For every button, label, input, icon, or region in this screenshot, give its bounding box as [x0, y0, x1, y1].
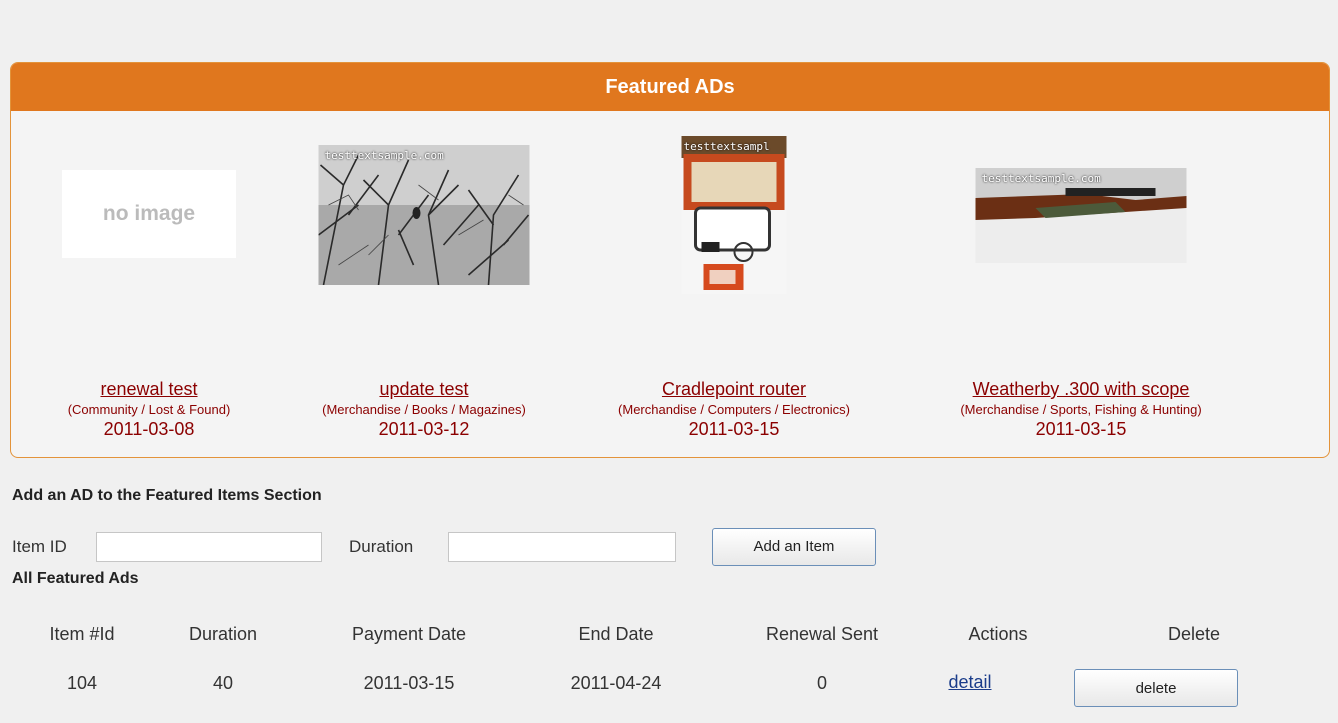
featured-ads-panel: Featured ADs no image renewal test (Comm… [10, 62, 1330, 458]
featured-ad-card: testtextsampl Cradlepoint router (Mercha… [584, 119, 884, 440]
ad-thumbnail-image[interactable]: testtextsample.com [975, 168, 1187, 263]
column-header-actions: Actions [968, 624, 1028, 644]
cell-payment-date: 2011-03-15 [363, 673, 455, 693]
watermark-text: testtextsample.com [324, 149, 444, 162]
cell-end-date: 2011-04-24 [570, 673, 662, 693]
cell-duration: 40 [212, 673, 234, 693]
add-featured-heading: Add an AD to the Featured Items Section [12, 487, 322, 504]
featured-ad-date: 2011-03-15 [688, 419, 780, 439]
featured-ad-title-link[interactable]: Cradlepoint router [662, 379, 806, 400]
ad-thumbnail-image[interactable]: testtextsampl [681, 136, 787, 294]
watermark-text: testtextsampl [683, 140, 770, 153]
no-image-placeholder: no image [62, 170, 236, 258]
cell-actions: detail [910, 672, 1030, 693]
featured-ad-category: (Merchandise / Books / Magazines) [322, 402, 526, 417]
featured-ads-header: Featured ADs [11, 63, 1329, 111]
featured-ad-title-link[interactable]: renewal test [100, 379, 197, 400]
featured-ad-card: no image renewal test (Community / Lost … [11, 119, 299, 440]
column-header-delete: Delete [1167, 624, 1221, 644]
duration-input[interactable] [448, 532, 676, 562]
column-header-duration: Duration [188, 624, 258, 644]
item-id-input[interactable] [96, 532, 322, 562]
column-header-item-id: Item #Id [49, 624, 115, 644]
detail-link[interactable]: detail [948, 672, 991, 692]
router-photo-icon [681, 136, 787, 294]
cell-renewal-sent: 0 [816, 673, 827, 693]
featured-ad-date: 2011-03-08 [103, 419, 195, 439]
all-featured-heading: All Featured Ads [12, 570, 139, 587]
featured-ad-category: (Merchandise / Sports, Fishing & Hunting… [960, 402, 1202, 417]
column-header-end-date: End Date [578, 624, 654, 644]
duration-label: Duration [349, 537, 414, 556]
featured-ad-card: testtextsample.com update test (Merchand… [274, 119, 574, 440]
ad-thumbnail-image[interactable]: testtextsample.com [318, 145, 530, 285]
add-item-button[interactable]: Add an Item [712, 528, 876, 566]
featured-ad-title-link[interactable]: update test [379, 379, 468, 400]
delete-button[interactable]: delete [1074, 669, 1238, 707]
featured-ad-title-link[interactable]: Weatherby .300 with scope [973, 379, 1190, 400]
trees-photo-icon [318, 145, 530, 285]
featured-ad-category: (Community / Lost & Found) [67, 402, 231, 417]
featured-ad-card: testtextsample.com Weatherby .300 with s… [931, 119, 1231, 440]
column-header-renewal-sent: Renewal Sent [765, 624, 879, 644]
watermark-text: testtextsample.com [981, 172, 1101, 185]
column-header-payment-date: Payment Date [351, 624, 467, 644]
item-id-label: Item ID [12, 537, 67, 556]
featured-ad-category: (Merchandise / Computers / Electronics) [618, 402, 850, 417]
cell-item-id: 104 [66, 673, 98, 693]
featured-ad-date: 2011-03-15 [1035, 419, 1127, 439]
featured-ad-date: 2011-03-12 [378, 419, 470, 439]
